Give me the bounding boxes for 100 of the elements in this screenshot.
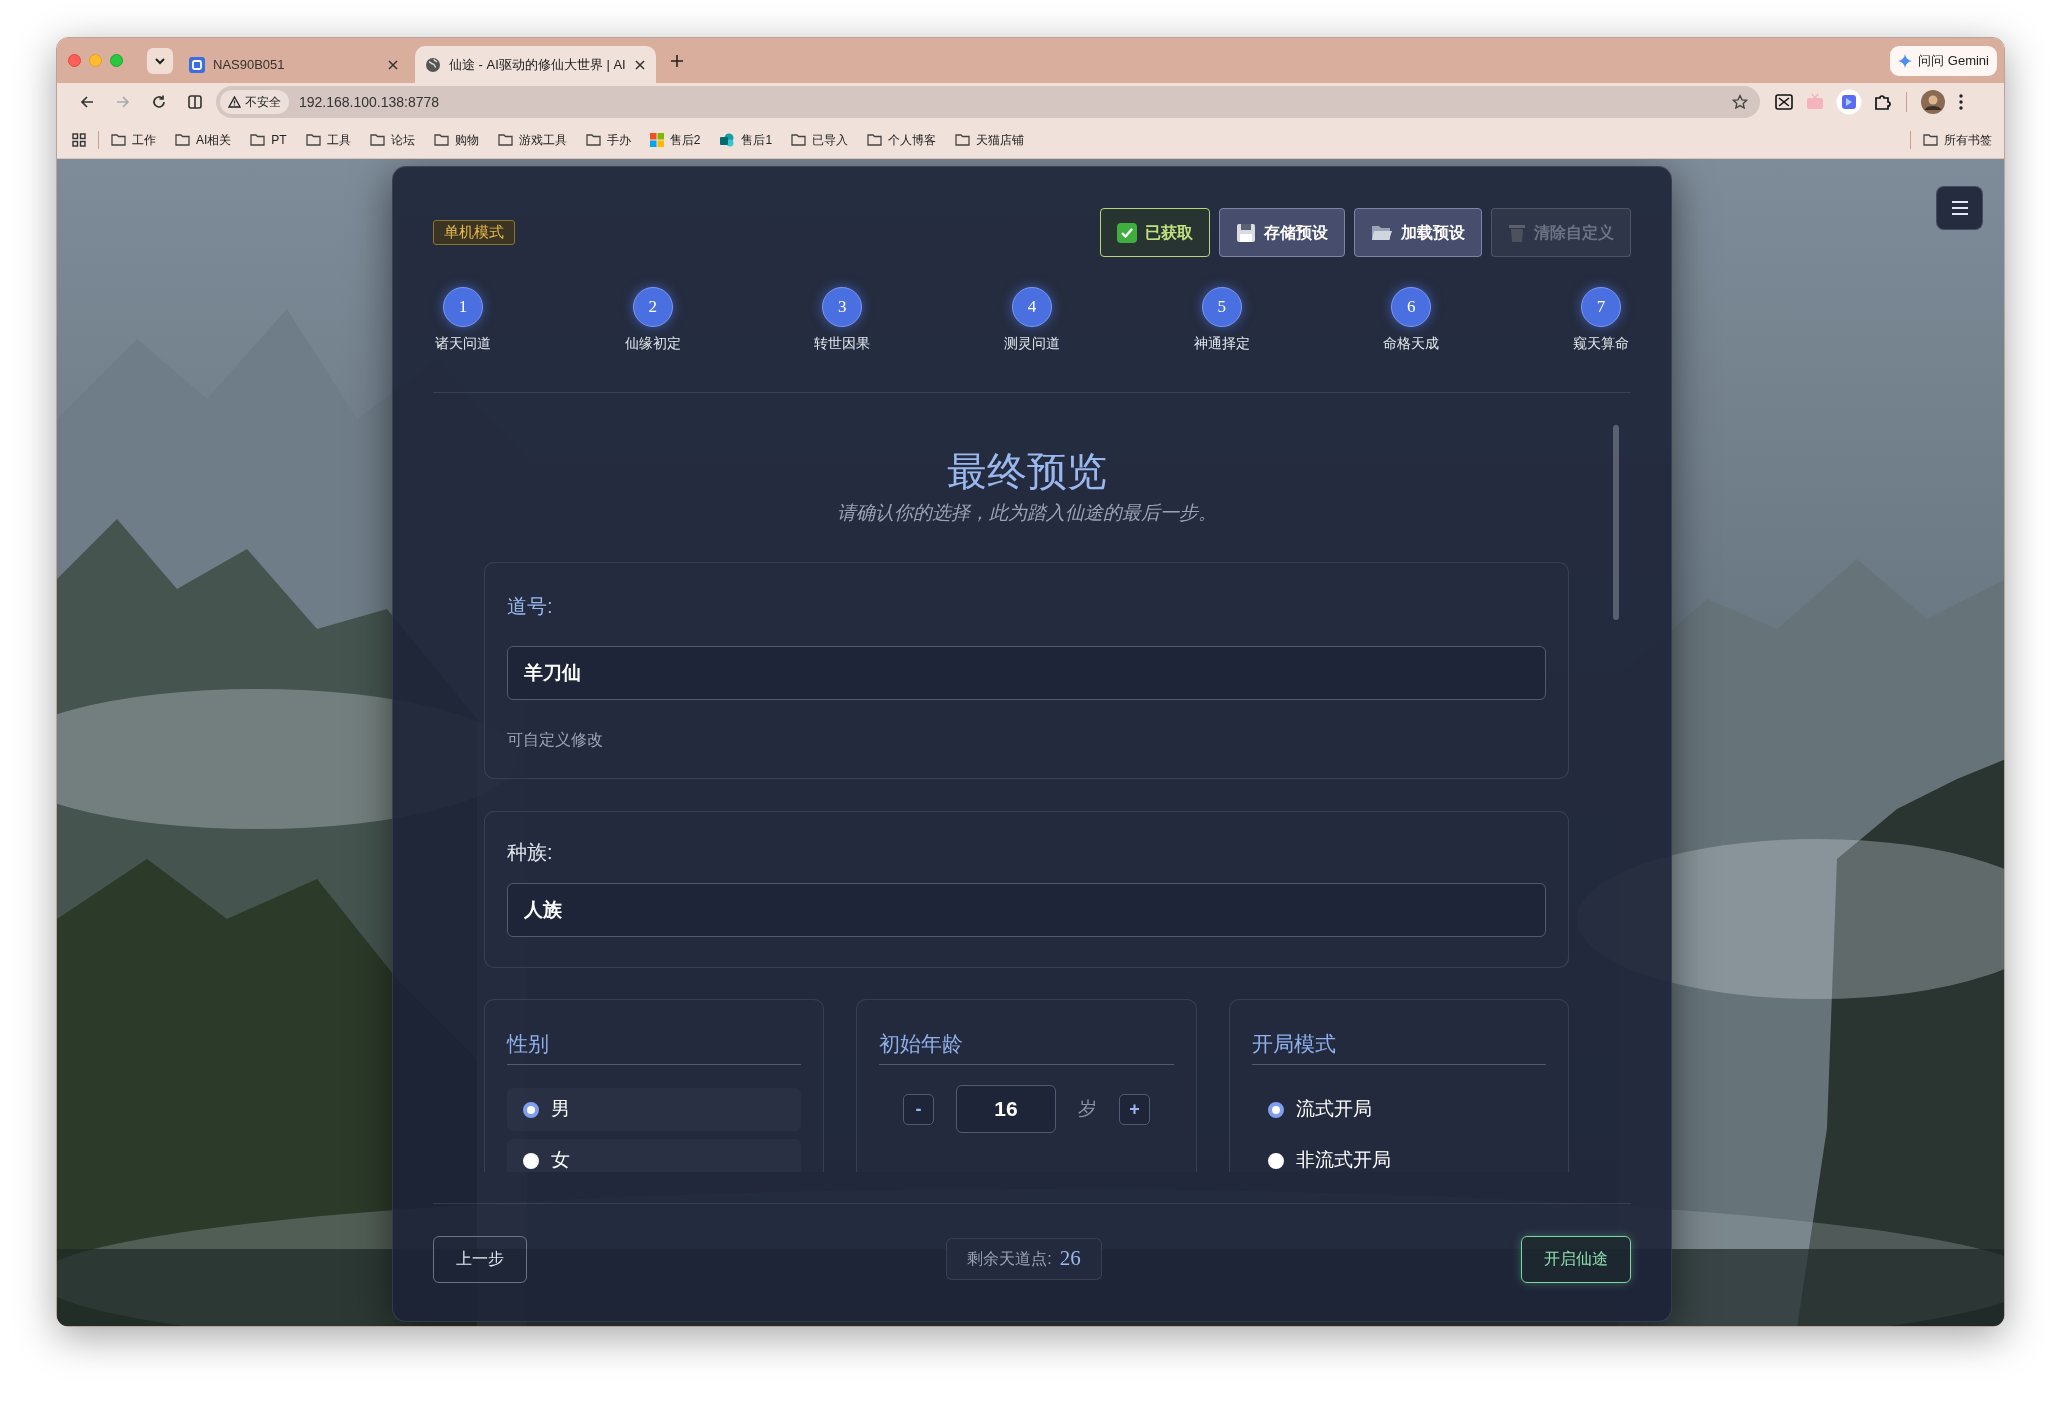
step-number[interactable]: 3 xyxy=(822,287,863,327)
bookmark-item[interactable]: 工具 xyxy=(305,130,351,149)
action-button[interactable]: 已获取 xyxy=(1100,208,1210,257)
step-label: 诸天问道 xyxy=(435,334,491,353)
radio-button[interactable] xyxy=(523,1101,539,1118)
page-subtitle: 请确认你的选择，此为踏入仙途的最后一步。 xyxy=(835,501,1218,525)
points-value: 26 xyxy=(1059,1245,1081,1273)
points-label: 剩余天道点: xyxy=(967,1249,1052,1269)
warning-icon xyxy=(228,96,241,108)
security-chip[interactable]: 不安全 xyxy=(220,90,289,114)
extensions-icon[interactable] xyxy=(1872,92,1892,112)
avatar-icon[interactable] xyxy=(1921,90,1945,114)
bookmark-item[interactable]: 游戏工具 xyxy=(497,130,567,149)
bookmark-item[interactable]: 天猫店铺 xyxy=(955,130,1025,149)
folder-icon xyxy=(1923,133,1938,146)
checkmark-icon xyxy=(1117,222,1137,243)
app-favicon-icon xyxy=(189,56,205,73)
step-label: 窥天算命 xyxy=(1572,334,1629,353)
radio-option[interactable]: 男 xyxy=(507,1088,802,1131)
step-number[interactable]: 4 xyxy=(1011,287,1052,327)
folder-icon xyxy=(1371,223,1393,242)
start-button[interactable]: 开启仙途 xyxy=(1521,1235,1631,1283)
mode-badge: 单机模式 xyxy=(433,220,515,245)
close-icon[interactable] xyxy=(633,58,646,71)
bookmark-item[interactable]: 工作 xyxy=(111,130,156,149)
screenshot-extension-icon[interactable] xyxy=(1774,92,1794,112)
folder-icon xyxy=(791,133,807,146)
bookmark-item[interactable]: 个人博客 xyxy=(867,130,937,149)
play-extension-icon[interactable] xyxy=(1836,89,1862,115)
radio-option[interactable]: 女 xyxy=(507,1139,802,1172)
folder-icon xyxy=(585,133,601,146)
field-label: 道号: xyxy=(507,594,554,619)
card-title: 初始年龄 xyxy=(879,1030,1174,1065)
split-view-icon xyxy=(187,94,203,110)
back-button[interactable]: 上一步 xyxy=(433,1235,527,1283)
new-tab-button[interactable] xyxy=(669,53,684,68)
squares-icon xyxy=(649,132,664,147)
increase-button[interactable]: + xyxy=(1119,1093,1150,1125)
folder-icon xyxy=(497,133,513,146)
radio-button[interactable] xyxy=(1267,1152,1284,1169)
step-label: 神通择定 xyxy=(1193,334,1250,353)
folder-icon xyxy=(867,133,883,146)
browser-tab[interactable]: NAS90B051 xyxy=(179,46,409,83)
circles-icon xyxy=(719,132,736,147)
field-hint: 可自定义修改 xyxy=(507,730,604,750)
radio-button[interactable] xyxy=(523,1152,539,1169)
field-label: 种族: xyxy=(507,840,554,865)
step-label: 转世因果 xyxy=(814,334,871,353)
globe-icon xyxy=(425,56,441,73)
folder-icon xyxy=(369,133,385,146)
step-label: 仙缘初定 xyxy=(624,334,681,353)
bookmark-item[interactable]: 手办 xyxy=(585,130,631,149)
folder-icon xyxy=(111,133,126,146)
radio-option[interactable]: 流式开局 xyxy=(1251,1088,1546,1131)
bookmark-item[interactable]: 已导入 xyxy=(791,130,849,149)
bookmark-item[interactable]: AI相关 xyxy=(175,130,232,149)
folder-icon xyxy=(305,133,321,146)
back-icon xyxy=(79,94,95,110)
bookmark-item[interactable]: 所有书签 xyxy=(1923,130,1992,149)
action-button[interactable]: 加载预设 xyxy=(1354,208,1482,257)
radio-option[interactable]: 非流式开局 xyxy=(1251,1139,1546,1172)
page-title: 最终预览 xyxy=(945,448,1108,496)
apps-grid-icon[interactable] xyxy=(72,132,86,147)
step-number[interactable]: 6 xyxy=(1391,287,1432,327)
folder-icon xyxy=(955,133,971,146)
bookmark-star-icon[interactable] xyxy=(1732,94,1748,110)
tab-list-button[interactable] xyxy=(147,47,173,74)
scrollbar[interactable] xyxy=(1613,425,1619,620)
browser-tab[interactable]: 仙途 - AI驱动的修仙大世界 | AI xyxy=(415,46,656,83)
close-icon[interactable] xyxy=(387,58,399,71)
step-label: 测灵问道 xyxy=(1003,334,1060,353)
card-title: 性别 xyxy=(507,1030,802,1065)
folder-icon xyxy=(175,133,190,146)
card-title: 开局模式 xyxy=(1251,1030,1546,1065)
menu-button[interactable] xyxy=(1936,186,1983,230)
step-label: 命格天成 xyxy=(1383,334,1440,353)
step-number[interactable]: 7 xyxy=(1580,287,1621,327)
folder-icon xyxy=(433,133,449,146)
address-bar[interactable]: 不安全 192.168.100.138:8778 xyxy=(216,86,1760,118)
trash-icon xyxy=(1508,222,1526,243)
name-input-field[interactable]: 羊刀仙 xyxy=(507,646,1546,700)
gemini-button[interactable]: 问问 Gemini xyxy=(1890,45,1997,76)
decrease-button[interactable]: - xyxy=(903,1093,934,1125)
url-text: 192.168.100.138:8778 xyxy=(299,92,440,112)
bookmark-item[interactable]: 购物 xyxy=(433,130,479,149)
age-input-field[interactable]: 16 xyxy=(956,1085,1056,1133)
forward-icon xyxy=(115,94,131,110)
sparkle-icon xyxy=(1898,53,1913,68)
step-number[interactable]: 2 xyxy=(632,287,673,327)
bookmark-item[interactable]: 售后2 xyxy=(649,130,701,149)
bookmark-item[interactable]: PT xyxy=(250,130,287,149)
step-number[interactable]: 5 xyxy=(1201,287,1242,327)
action-button[interactable]: 存储预设 xyxy=(1219,208,1345,257)
reload-icon xyxy=(151,94,167,110)
radio-button[interactable] xyxy=(1267,1101,1284,1118)
bookmark-item[interactable]: 论坛 xyxy=(369,130,415,149)
race-input-field[interactable]: 人族 xyxy=(507,883,1546,937)
bookmark-item[interactable]: 售后1 xyxy=(719,130,773,149)
menu-icon xyxy=(1950,201,1969,215)
step-number[interactable]: 1 xyxy=(443,287,483,327)
